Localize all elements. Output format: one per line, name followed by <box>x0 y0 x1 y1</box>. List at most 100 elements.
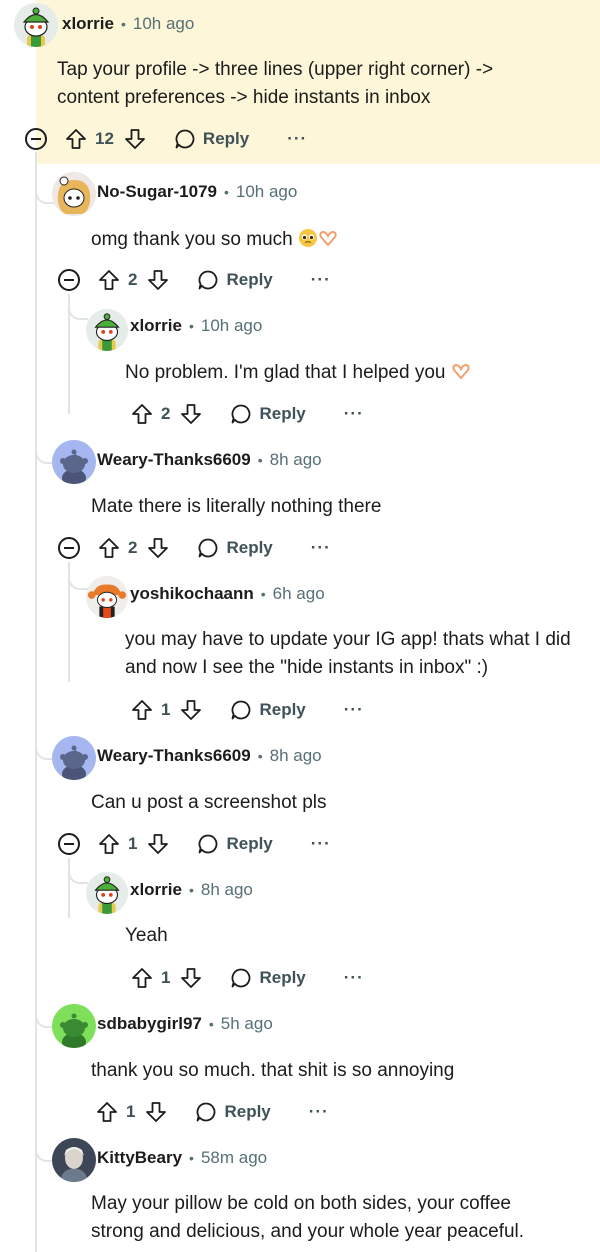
comment-actions: 1 Reply ··· <box>131 696 364 724</box>
comment-line: Yeah <box>125 925 168 946</box>
upvote-button[interactable] <box>65 128 87 150</box>
comment-meta: yoshikochaann • 6h ago <box>130 584 325 604</box>
username[interactable]: Weary-Thanks6609 <box>97 746 251 766</box>
more-options-button[interactable]: ··· <box>344 404 364 424</box>
reply-button[interactable]: Reply <box>197 269 273 291</box>
reply-bubble-icon <box>230 403 252 425</box>
reply-bubble-icon <box>197 833 219 855</box>
comment-meta: No-Sugar-1079 • 10h ago <box>97 182 297 202</box>
comment-line: Can u post a screenshot pls <box>91 792 327 813</box>
separator-dot: • <box>257 748 263 764</box>
separator-dot: • <box>188 318 194 334</box>
separator-dot: • <box>260 586 266 602</box>
downvote-button[interactable] <box>147 833 169 855</box>
thread-elbow <box>68 302 88 320</box>
reply-bubble-icon <box>195 1101 217 1123</box>
collapse-thread-button[interactable] <box>25 128 47 150</box>
comment-meta: sdbabygirl97 • 5h ago <box>97 1014 273 1034</box>
more-options-button[interactable]: ··· <box>309 1102 329 1122</box>
username[interactable]: No-Sugar-1079 <box>97 182 217 202</box>
comment-actions: 2 Reply ··· <box>131 400 364 428</box>
upvote-button[interactable] <box>98 537 120 559</box>
downvote-button[interactable] <box>180 699 202 721</box>
collapse-thread-button[interactable] <box>58 833 80 855</box>
avatar[interactable] <box>52 440 96 484</box>
reply-button[interactable]: Reply <box>230 403 306 425</box>
heart-hands-icon <box>451 361 471 390</box>
avatar[interactable] <box>86 309 128 351</box>
separator-dot: • <box>120 16 126 32</box>
reply-label: Reply <box>259 700 306 719</box>
more-options-button[interactable]: ··· <box>311 538 331 558</box>
avatar[interactable] <box>86 576 128 618</box>
comment-line: Mate there is literally nothing there <box>91 496 382 517</box>
more-options-button[interactable]: ··· <box>287 129 307 149</box>
comment-meta: Weary-Thanks6609 • 8h ago <box>97 746 322 766</box>
upvote-button[interactable] <box>131 403 153 425</box>
upvote-button[interactable] <box>98 269 120 291</box>
more-options-button[interactable]: ··· <box>311 834 331 854</box>
downvote-button[interactable] <box>180 967 202 989</box>
comment-body: Tap your profile -> three lines (upper r… <box>57 56 493 112</box>
collapse-thread-button[interactable] <box>58 537 80 559</box>
vote-count: 1 <box>128 834 138 853</box>
avatar[interactable] <box>52 736 96 780</box>
downvote-button[interactable] <box>147 537 169 559</box>
avatar[interactable] <box>52 172 96 216</box>
upvote-button[interactable] <box>131 699 153 721</box>
reply-button[interactable]: Reply <box>197 537 273 559</box>
timestamp: 5h ago <box>220 1014 273 1033</box>
comment-meta: xlorrie • 10h ago <box>62 14 194 34</box>
vote-count: 1 <box>161 700 171 719</box>
upvote-button[interactable] <box>131 967 153 989</box>
more-options-button[interactable]: ··· <box>311 270 331 290</box>
reply-button[interactable]: Reply <box>197 833 273 855</box>
avatar[interactable] <box>52 1138 96 1182</box>
reply-button[interactable]: Reply <box>174 128 249 150</box>
vote-count: 1 <box>126 1102 136 1121</box>
vote-count: 2 <box>161 404 171 423</box>
reply-button[interactable]: Reply <box>195 1101 271 1123</box>
reply-bubble-icon <box>197 537 219 559</box>
downvote-button[interactable] <box>145 1101 167 1123</box>
comment-meta: KittyBeary • 58m ago <box>97 1148 267 1168</box>
comment-body: thank you so much. that shit is so annoy… <box>91 1057 454 1085</box>
username[interactable]: Weary-Thanks6609 <box>97 450 251 470</box>
vote-count: 12 <box>95 129 114 148</box>
reply-label: Reply <box>226 834 273 853</box>
comment-body: Yeah <box>125 922 168 950</box>
more-options-button[interactable]: ··· <box>344 968 364 988</box>
reply-label: Reply <box>259 968 306 987</box>
comment-meta: xlorrie • 10h ago <box>130 316 262 336</box>
upvote-button[interactable] <box>96 1101 118 1123</box>
username[interactable]: xlorrie <box>130 880 182 900</box>
comment-line: omg thank you so much <box>91 229 293 250</box>
reply-bubble-icon <box>230 699 252 721</box>
more-options-button[interactable]: ··· <box>344 700 364 720</box>
avatar[interactable] <box>14 3 58 47</box>
avatar[interactable] <box>52 1004 96 1048</box>
username[interactable]: xlorrie <box>62 14 114 34</box>
vote-count: 1 <box>161 968 171 987</box>
collapse-thread-button[interactable] <box>58 269 80 291</box>
pleading-face-icon <box>298 228 318 257</box>
downvote-button[interactable] <box>180 403 202 425</box>
comment-line: and now I see the "hide instants in inbo… <box>125 657 489 678</box>
reply-label: Reply <box>226 270 273 289</box>
comment-line: thank you so much. that shit is so annoy… <box>91 1060 455 1081</box>
thread-line <box>35 152 37 1252</box>
username[interactable]: xlorrie <box>130 316 182 336</box>
comment-actions: 2 Reply ··· <box>58 534 331 562</box>
comment-body: Mate there is literally nothing there <box>91 493 381 521</box>
reply-button[interactable]: Reply <box>230 967 306 989</box>
upvote-button[interactable] <box>98 833 120 855</box>
username[interactable]: KittyBeary <box>97 1148 182 1168</box>
downvote-button[interactable] <box>147 269 169 291</box>
username[interactable]: sdbabygirl97 <box>97 1014 202 1034</box>
username[interactable]: yoshikochaann <box>130 584 254 604</box>
comment-meta: Weary-Thanks6609 • 8h ago <box>97 450 322 470</box>
downvote-button[interactable] <box>124 128 146 150</box>
reply-button[interactable]: Reply <box>230 699 306 721</box>
comment-line: you may have to update your IG app! that… <box>125 629 571 650</box>
avatar[interactable] <box>86 872 128 914</box>
